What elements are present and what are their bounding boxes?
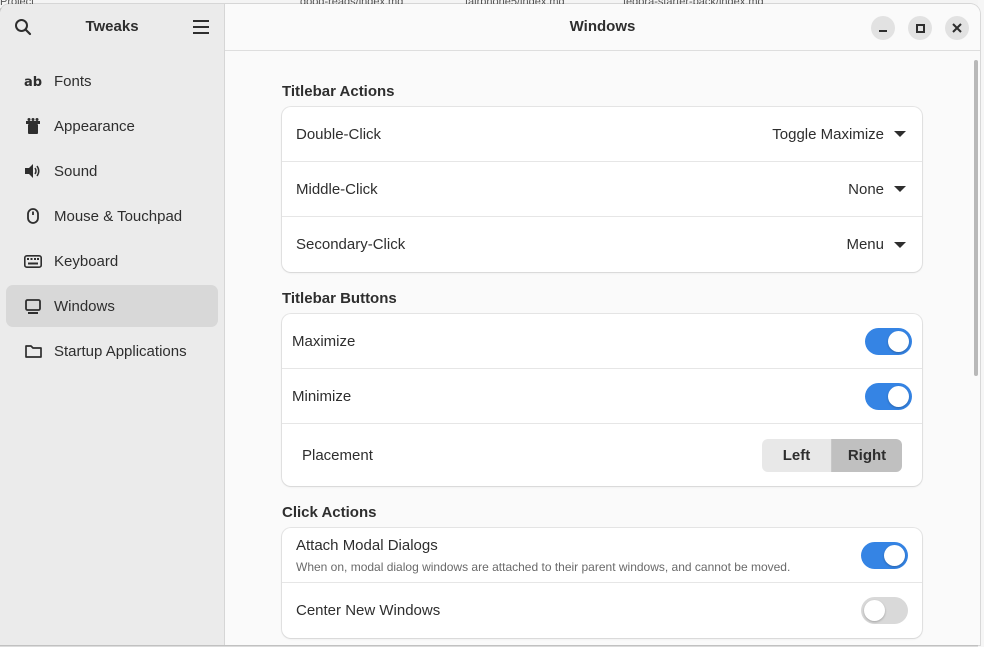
dropdown-value: Toggle Maximize	[772, 125, 884, 143]
titlebar-buttons-card: Maximize Minimize Placement Left Right	[282, 314, 922, 486]
main-header: Windows	[225, 4, 980, 51]
sidebar-item-label: Mouse & Touchpad	[54, 207, 183, 225]
caret-down-icon	[894, 186, 906, 192]
page-title: Windows	[569, 18, 636, 35]
attach-modal-description: When on, modal dialog windows are attach…	[296, 559, 791, 574]
mouse-icon	[24, 207, 42, 225]
scrollbar[interactable]	[974, 60, 978, 376]
sidebar-item-label: Fonts	[54, 72, 92, 90]
double-click-dropdown[interactable]: Toggle Maximize	[772, 126, 906, 143]
maximize-label: Maximize	[292, 332, 356, 350]
middle-click-row: Middle-Click None	[282, 162, 922, 217]
switch-knob	[864, 600, 885, 621]
fonts-icon: ab	[24, 72, 42, 90]
sidebar: Tweaks ab Fonts Appearance Sound Mouse &…	[0, 4, 225, 645]
sidebar-item-label: Sound	[54, 162, 98, 180]
appearance-icon	[24, 117, 42, 135]
maximize-switch[interactable]	[865, 327, 912, 355]
sidebar-item-windows[interactable]: Windows	[6, 285, 218, 327]
center-new-windows-label: Center New Windows	[296, 602, 441, 619]
placement-toggle: Left Right	[762, 438, 902, 472]
maximize-icon	[915, 23, 925, 33]
click-actions-heading: Click Actions	[282, 504, 377, 521]
caret-down-icon	[894, 131, 906, 137]
sidebar-item-label: Keyboard	[54, 252, 119, 270]
switch-knob	[888, 385, 909, 407]
sidebar-item-fonts[interactable]: ab Fonts	[6, 60, 218, 102]
sidebar-item-keyboard[interactable]: Keyboard	[6, 240, 218, 282]
attach-modal-switch[interactable]	[861, 541, 908, 569]
minimize-icon	[879, 30, 887, 32]
double-click-label: Double-Click	[296, 125, 382, 143]
svg-text:ab: ab	[24, 75, 42, 88]
middle-click-dropdown[interactable]: None	[848, 181, 906, 198]
placement-label: Placement	[302, 446, 373, 464]
close-window-button[interactable]	[945, 16, 969, 40]
settings-content: Titlebar Actions Double-Click Toggle Max…	[282, 51, 922, 638]
secondary-click-label: Secondary-Click	[296, 236, 406, 253]
minimize-switch[interactable]	[865, 382, 912, 410]
secondary-click-row: Secondary-Click Menu	[282, 217, 922, 272]
click-actions-card: Attach Modal Dialogs When on, modal dial…	[282, 528, 922, 638]
minimize-window-button[interactable]	[871, 16, 895, 40]
sidebar-nav: ab Fonts Appearance Sound Mouse & Touchp…	[6, 60, 218, 375]
keyboard-icon	[24, 252, 42, 270]
sidebar-item-startup-applications[interactable]: Startup Applications	[6, 330, 218, 372]
windows-icon	[24, 297, 42, 315]
sidebar-item-mouse-touchpad[interactable]: Mouse & Touchpad	[6, 195, 218, 237]
folder-icon	[24, 342, 42, 360]
sidebar-item-appearance[interactable]: Appearance	[6, 105, 218, 147]
secondary-click-dropdown[interactable]: Menu	[846, 236, 906, 253]
switch-knob	[884, 544, 905, 566]
close-icon	[952, 23, 962, 33]
minimize-label: Minimize	[292, 387, 352, 405]
sidebar-item-label: Startup Applications	[54, 342, 187, 360]
placement-right-button[interactable]: Right	[832, 438, 902, 472]
attach-modal-label: Attach Modal Dialogs	[296, 536, 438, 554]
placement-row: Placement Left Right	[282, 424, 922, 486]
dropdown-value: None	[848, 180, 884, 198]
minimize-row: Minimize	[282, 369, 922, 424]
sidebar-item-label: Windows	[54, 297, 115, 315]
dropdown-value: Menu	[846, 236, 884, 253]
sound-icon	[24, 162, 42, 180]
center-new-windows-row: Center New Windows	[282, 583, 922, 638]
maximize-row: Maximize	[282, 314, 922, 369]
middle-click-label: Middle-Click	[296, 180, 378, 198]
placement-left-button[interactable]: Left	[762, 438, 832, 472]
attach-modal-row: Attach Modal Dialogs When on, modal dial…	[282, 528, 922, 583]
maximize-window-button[interactable]	[908, 16, 932, 40]
hamburger-menu-icon[interactable]	[189, 15, 213, 39]
sidebar-header: Tweaks	[0, 4, 224, 51]
attach-modal-text: Attach Modal Dialogs When on, modal dial…	[296, 537, 790, 574]
center-new-windows-switch[interactable]	[861, 597, 908, 624]
double-click-row: Double-Click Toggle Maximize	[282, 107, 922, 162]
switch-knob	[888, 330, 909, 352]
titlebar-actions-heading: Titlebar Actions	[282, 83, 395, 100]
caret-down-icon	[894, 241, 906, 248]
sidebar-item-label: Appearance	[54, 117, 135, 135]
titlebar-actions-card: Double-Click Toggle Maximize Middle-Clic…	[282, 107, 922, 272]
titlebar-buttons-heading: Titlebar Buttons	[282, 290, 397, 307]
tweaks-window: Tweaks ab Fonts Appearance Sound Mouse &…	[0, 4, 980, 645]
main-panel: Windows Titlebar Actions Double-Click To…	[225, 4, 980, 645]
sidebar-item-sound[interactable]: Sound	[6, 150, 218, 192]
